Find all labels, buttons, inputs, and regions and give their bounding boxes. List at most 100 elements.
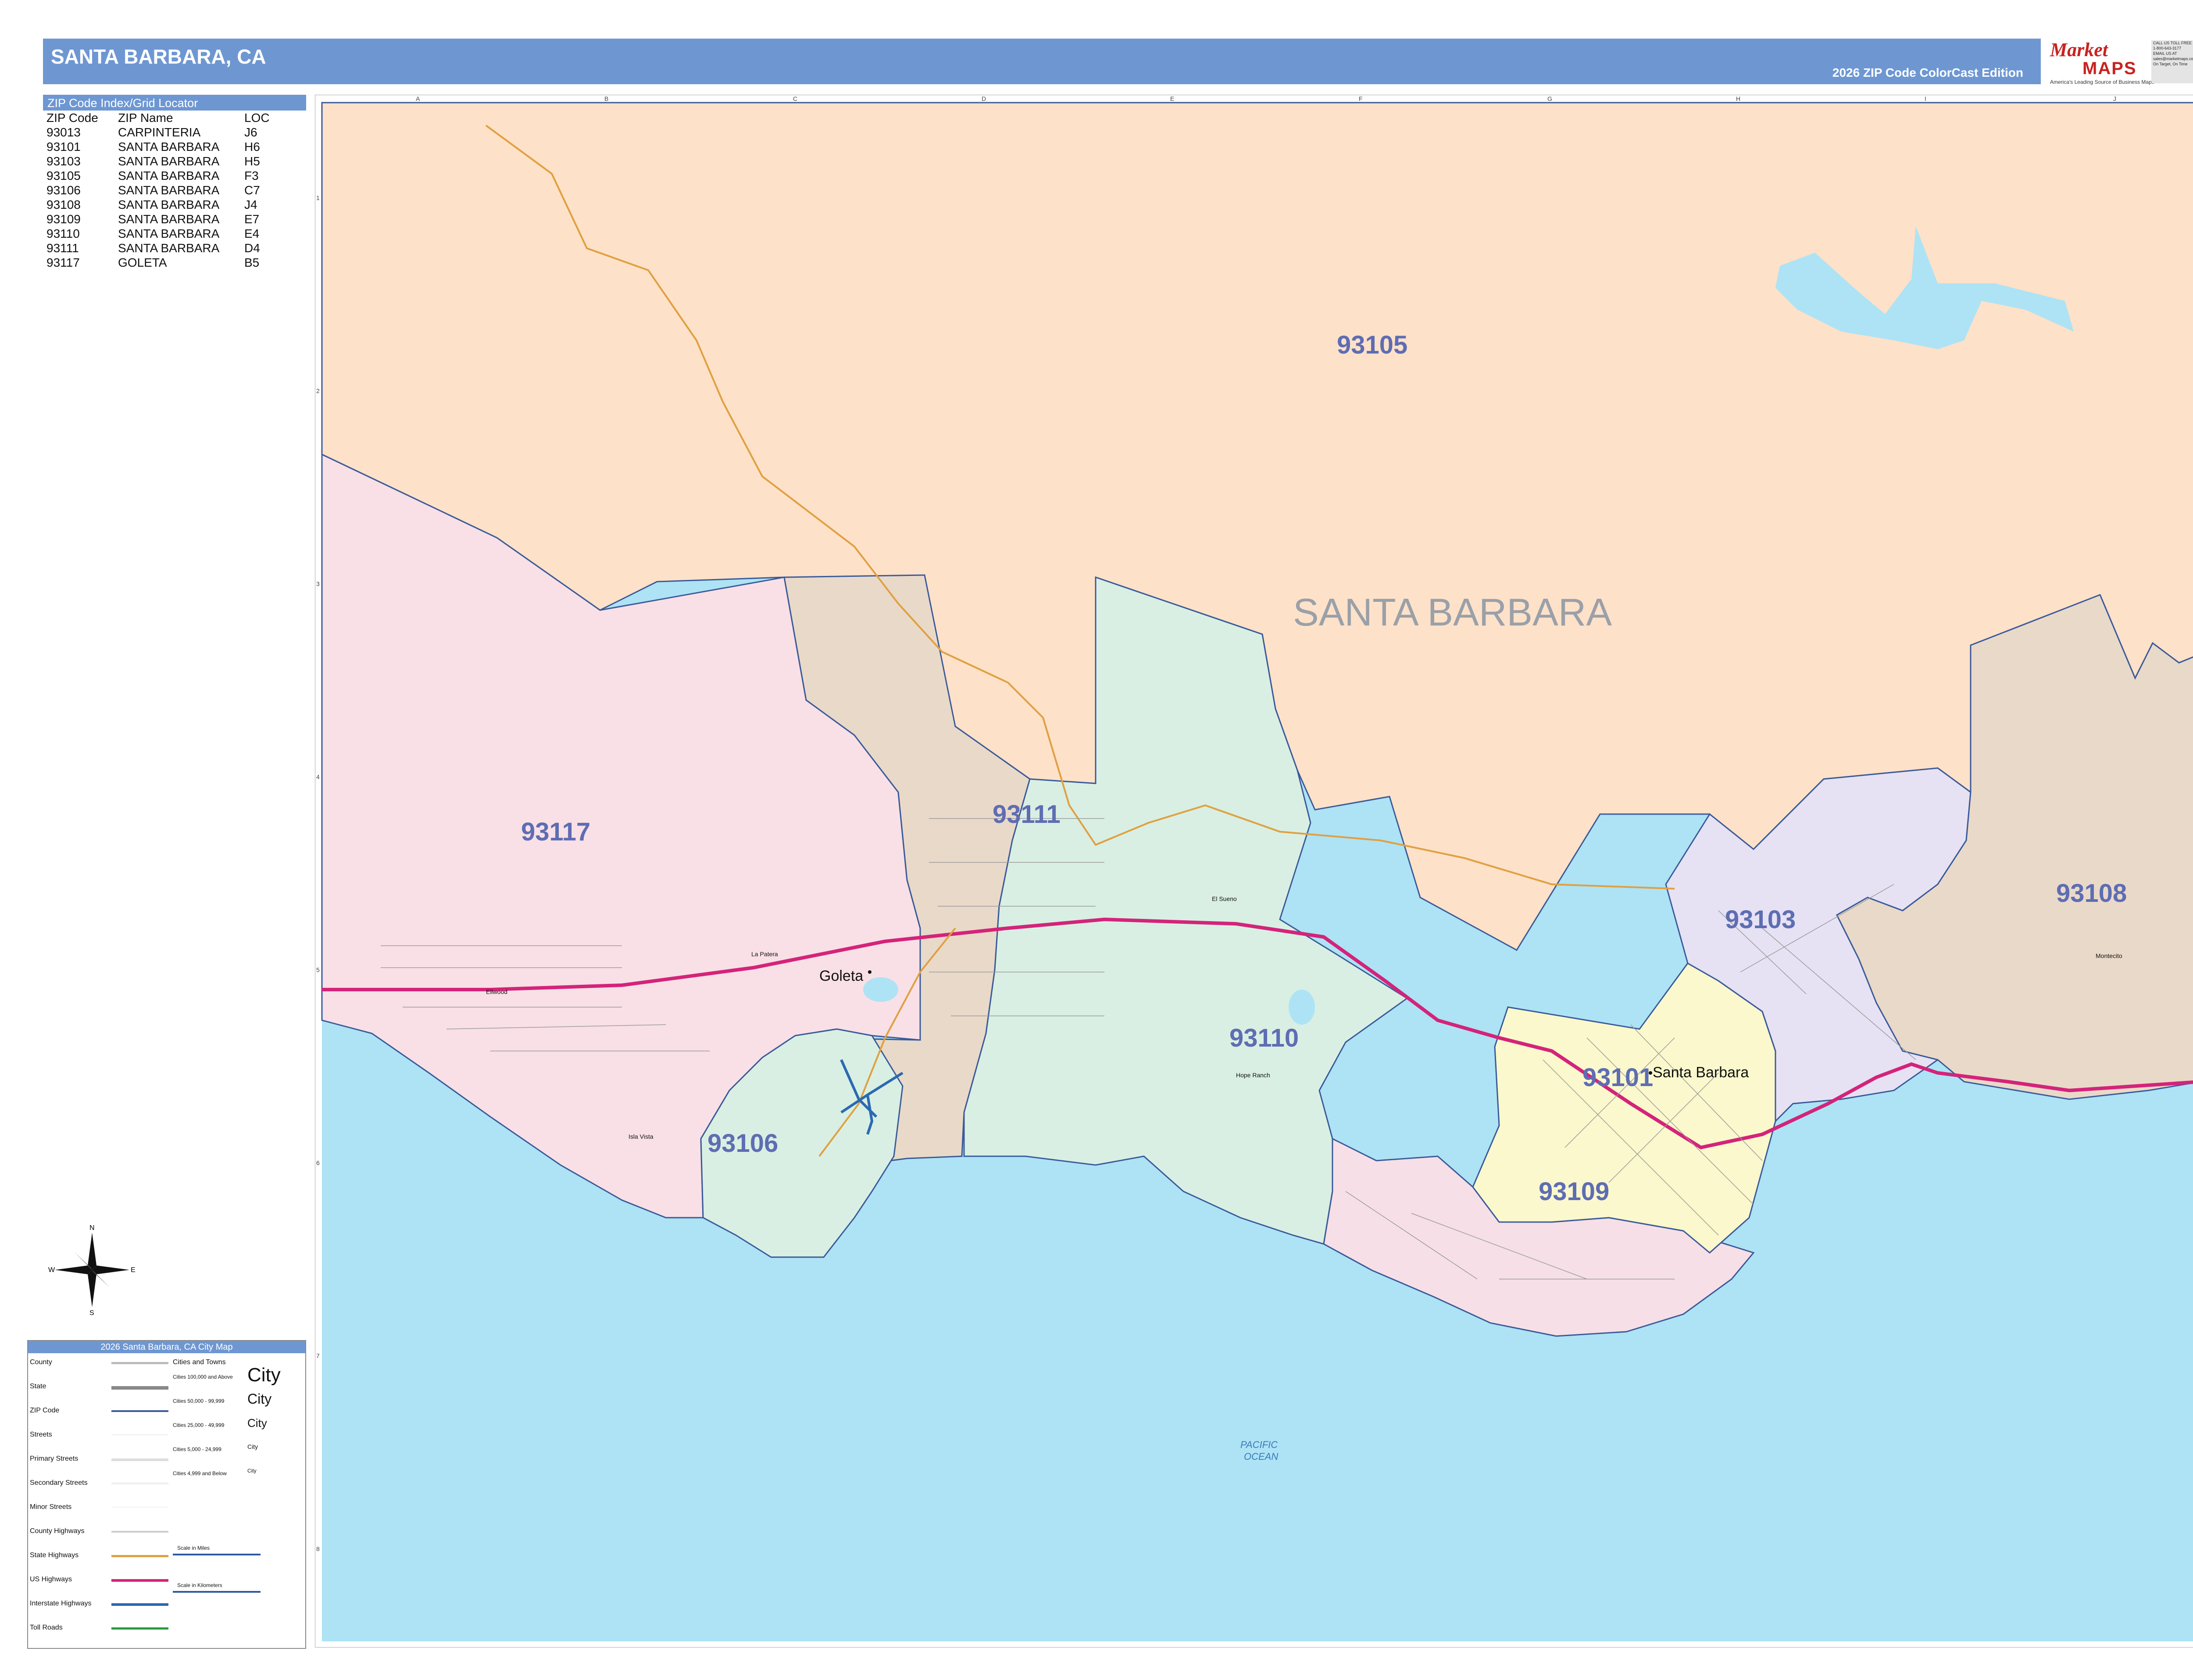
zip-index-row: 93105 SANTA BARBARA F3 <box>43 168 306 183</box>
title-bar: SANTA BARBARA, CA 2026 ZIP Code ColorCas… <box>43 39 2041 84</box>
grid-col-label: E <box>1170 95 1174 102</box>
grid-col-label: I <box>1925 95 1926 102</box>
legend-city-class-label: Cities 25,000 - 49,999 <box>173 1422 225 1428</box>
legend-title: 2026 Santa Barbara, CA City Map <box>28 1341 305 1353</box>
place-goleta: Goleta <box>819 968 863 984</box>
place-el-sueno: El Sueno <box>1212 895 1237 902</box>
place-montecito: Montecito <box>2096 952 2122 959</box>
zip-index-row: 93117 GOLETA B5 <box>43 255 306 270</box>
zip-code-cell: 93101 <box>46 140 81 154</box>
header-name: ZIP Name <box>118 111 173 125</box>
zip-name-cell: CARPINTERIA <box>118 125 201 139</box>
zip-name-cell: SANTA BARBARA <box>118 154 220 168</box>
zip-code-cell: 93117 <box>46 256 80 269</box>
place-hope-ranch: Hope Ranch <box>1236 1072 1270 1079</box>
zip-index-row: 93103 SANTA BARBARA H5 <box>43 154 306 168</box>
zip-name-cell: SANTA BARBARA <box>118 227 220 240</box>
grid-row-label: 3 <box>316 580 320 587</box>
contact-line: EMAIL US AT <box>2153 51 2177 56</box>
goleta-dot <box>868 970 871 974</box>
compass-n: N <box>89 1224 95 1232</box>
zip-label-93109: 93109 <box>1539 1177 1609 1206</box>
zip-loc-cell: D4 <box>244 241 260 255</box>
grid-col-label: F <box>1359 95 1363 102</box>
legend-item-label: Toll Roads <box>30 1624 63 1631</box>
legend-line-symbol <box>111 1386 168 1390</box>
zip-index-row: 93101 SANTA BARBARA H6 <box>43 139 306 154</box>
grid-col-label: C <box>793 95 797 102</box>
legend-city-sample: City <box>247 1468 257 1474</box>
logo-brand-bottom: MAPS <box>2082 59 2137 78</box>
map-legend: 2026 Santa Barbara, CA City Map County St… <box>27 1340 306 1649</box>
zip-loc-cell: B5 <box>244 256 260 269</box>
grid-col-label: B <box>604 95 608 102</box>
zip-index-row: 93109 SANTA BARBARA E7 <box>43 212 306 226</box>
zip-loc-cell: E4 <box>244 227 260 240</box>
edition-label: 2026 ZIP Code ColorCast Edition <box>1832 66 2023 79</box>
legend-line-symbol <box>111 1555 168 1557</box>
legend-city-sample: City <box>247 1443 258 1450</box>
lake <box>863 977 898 1002</box>
contact-line: sales@marketmaps.com <box>2153 57 2193 61</box>
grid-col-label: J <box>2113 95 2116 102</box>
zip-index-row: 93106 SANTA BARBARA C7 <box>43 183 306 197</box>
zip-index-row: 93108 SANTA BARBARA J4 <box>43 197 306 212</box>
legend-line-symbol <box>111 1458 168 1461</box>
zip-code-cell: 93013 <box>46 125 81 139</box>
zip-code-cell: 93109 <box>46 212 81 226</box>
zip-name-cell: GOLETA <box>118 256 167 269</box>
zip-label-93103: 93103 <box>1725 905 1796 934</box>
legend-item-label: County Highways <box>30 1527 85 1535</box>
header-loc: LOC <box>244 111 270 125</box>
legend-line-symbol <box>111 1434 168 1435</box>
zip-label-93117: 93117 <box>521 818 590 846</box>
header-zip: ZIP Code <box>46 111 98 125</box>
zip-label-93111: 93111 <box>993 800 1061 829</box>
zip-loc-cell: J4 <box>244 198 257 211</box>
logo-tagline: America's Leading Source of Business Map… <box>2050 79 2154 85</box>
legend-line-symbol <box>111 1627 168 1630</box>
place-ellwood: Ellwood <box>486 988 507 995</box>
city-label: SANTA BARBARA <box>1293 590 1612 634</box>
zip-code-cell: 93111 <box>46 241 79 255</box>
legend-city-sample: City <box>247 1364 281 1386</box>
grid-row-label: 7 <box>316 1352 320 1359</box>
legend-city-class-label: Cities 50,000 - 99,999 <box>173 1398 225 1404</box>
zip-code-map[interactable]: A B C D E F G H I J 1 2 3 4 5 6 7 8 SANT… <box>315 95 2193 1648</box>
legend-cities-header: Cities and Towns <box>173 1358 226 1366</box>
zip-loc-cell: C7 <box>244 183 260 197</box>
compass-s: S <box>89 1309 94 1316</box>
compass-w: W <box>48 1266 55 1274</box>
place-isla-vista: Isla Vista <box>629 1133 654 1140</box>
legend-line-symbol <box>111 1579 168 1582</box>
legend-city-class-label: Cities 100,000 and Above <box>173 1374 233 1380</box>
zip-label-93106: 93106 <box>707 1129 778 1158</box>
scale-km: Scale in Kilometers <box>177 1582 222 1588</box>
grid-col-label: H <box>1736 95 1740 102</box>
scale-miles: Scale in Miles <box>177 1545 210 1551</box>
grid-row-label: 1 <box>316 194 320 201</box>
logo-brand-top: Market <box>2050 39 2108 61</box>
zip-label-93101: 93101 <box>1582 1063 1653 1092</box>
legend-item-label: Interstate Highways <box>30 1600 92 1607</box>
grid-row-label: 6 <box>316 1159 320 1166</box>
legend-line-symbol <box>111 1362 168 1364</box>
grid-row-label: 2 <box>316 387 320 394</box>
zip-label-93108: 93108 <box>2056 879 2127 908</box>
legend-city-sample: City <box>247 1391 272 1407</box>
contact-line: CALL US TOLL FREE <box>2153 41 2192 45</box>
legend-item-label: State <box>30 1383 46 1390</box>
zip-index-row: 93013 CARPINTERIA J6 <box>43 125 306 139</box>
scale-bar-km <box>173 1591 261 1593</box>
contact-line: 1-800-643-3177 <box>2153 46 2182 50</box>
zip-name-cell: SANTA BARBARA <box>118 241 220 255</box>
grid-col-label: A <box>416 95 420 102</box>
zip-label-93110: 93110 <box>1229 1024 1299 1052</box>
contact-box: CALL US TOLL FREE 1-800-643-3177 EMAIL U… <box>2151 40 2193 83</box>
zip-loc-cell: E7 <box>244 212 260 226</box>
santa-barbara-dot <box>1649 1071 1652 1075</box>
zip-name-cell: SANTA BARBARA <box>118 183 220 197</box>
grid-row-label: 5 <box>316 966 320 973</box>
compass-rose: N S W E <box>48 1224 136 1317</box>
map-title: SANTA BARBARA, CA <box>51 45 266 68</box>
